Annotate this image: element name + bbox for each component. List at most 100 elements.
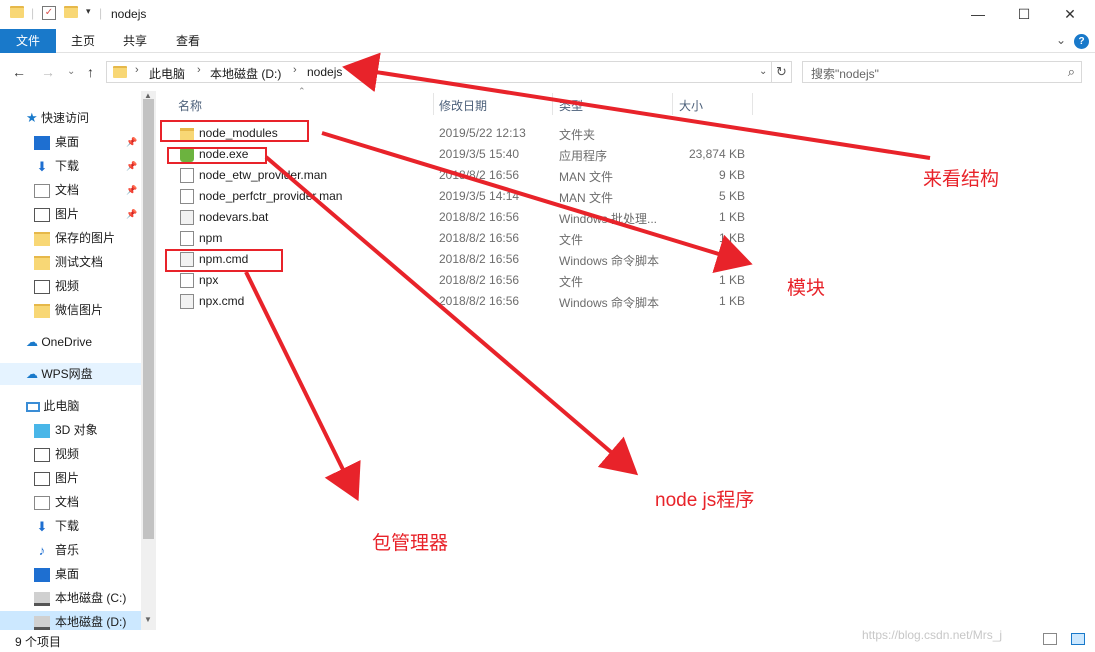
breadcrumb-drive-d[interactable]: 本地磁盘 (D:) — [210, 65, 281, 82]
column-type[interactable]: 类型 — [559, 97, 583, 114]
file-row[interactable]: node_etw_provider.man 2018/8/2 16:56 MAN 文… — [160, 165, 760, 186]
file-date: 2019/3/5 15:40 — [439, 147, 520, 161]
tab-home[interactable]: 主页 — [60, 29, 106, 53]
search-input[interactable]: 搜索"nodejs" ⌕ — [802, 61, 1082, 83]
help-icon[interactable]: ? — [1074, 34, 1089, 49]
up-icon[interactable]: ↑ — [87, 64, 94, 80]
sidebar-item-label: 此电脑 — [43, 399, 80, 413]
chevron-right-icon[interactable]: › — [135, 64, 139, 76]
sidebar-onedrive[interactable]: ☁ OneDrive — [26, 331, 92, 353]
search-placeholder: 搜索"nodejs" — [811, 67, 879, 81]
tab-share[interactable]: 共享 — [112, 29, 158, 53]
breadcrumb-nodejs[interactable]: nodejs — [307, 65, 342, 79]
forward-icon[interactable]: → — [41, 64, 55, 80]
sidebar-item-label: 视频 — [55, 279, 80, 293]
sidebar-item[interactable]: 文档 📌 — [34, 179, 137, 201]
column-date[interactable]: 修改日期 — [439, 97, 487, 114]
address-dropdown-icon[interactable]: ⌄ — [759, 66, 767, 77]
sidebar-item[interactable]: 微信图片 — [34, 299, 103, 321]
file-date: 2018/8/2 16:56 — [439, 168, 520, 182]
scrollbar[interactable]: ▲ ▼ — [141, 91, 156, 630]
ribbon-expand-icon[interactable]: ⌄ — [1056, 33, 1066, 47]
file-name: node_etw_provider.man — [199, 168, 328, 182]
scroll-down-icon[interactable]: ▼ — [144, 615, 152, 624]
separator: | — [31, 6, 35, 20]
highlight-node-modules — [160, 120, 309, 142]
file-row[interactable]: npm 2018/8/2 16:56 文件 1 KB — [160, 228, 760, 249]
sort-ascending-icon: ⌃ — [298, 86, 306, 96]
sidebar-item[interactable]: 图片 — [34, 467, 79, 489]
sidebar-item[interactable]: ⬇ 下载 📌 — [34, 155, 138, 177]
tab-file[interactable]: 文件 — [0, 29, 56, 53]
separator: | — [99, 6, 103, 20]
navigation-pane: ★ 快速访问 桌面 📌 ⬇ 下载 📌 文档 📌 图片 📌 保存的图片 测试文档 视频 微信图片 ☁ On… — [0, 91, 156, 630]
scrollbar-thumb[interactable] — [143, 99, 154, 539]
sidebar-item[interactable]: 桌面 — [34, 563, 79, 585]
sidebar-item-label: 桌面 — [55, 135, 80, 149]
window-title: nodejs — [111, 7, 147, 21]
column-divider[interactable] — [752, 93, 753, 115]
sidebar-item[interactable]: 本地磁盘 (C:) — [34, 587, 126, 609]
maximize-button[interactable]: ☐ — [1001, 0, 1047, 29]
title-bar: | ✓ ▾ | nodejs — ☐ ✕ — [0, 0, 1095, 29]
ribbon: 文件 主页 共享 查看 ⌄ ? — [0, 29, 1095, 53]
star-icon: ★ — [26, 110, 38, 125]
file-name: node_perfctr_provider.man — [199, 189, 343, 203]
details-view-icon[interactable] — [1043, 633, 1057, 645]
file-type: MAN 文件 — [559, 170, 614, 184]
sidebar-item[interactable]: 桌面 📌 — [34, 131, 137, 153]
script-icon — [180, 210, 194, 225]
address-bar[interactable]: › 此电脑 › 本地磁盘 (D:) › nodejs ⌄ — [106, 61, 772, 83]
column-size[interactable]: 大小 — [679, 97, 703, 114]
sidebar-item[interactable]: 测试文档 — [34, 251, 103, 273]
sidebar-quick-access[interactable]: ★ 快速访问 — [26, 107, 89, 129]
sidebar-item[interactable]: 文档 — [34, 491, 79, 513]
sidebar-item[interactable]: 视频 — [34, 275, 79, 297]
column-divider[interactable] — [672, 93, 673, 115]
file-type: 应用程序 — [559, 149, 608, 163]
new-folder-icon[interactable] — [64, 6, 78, 18]
sidebar-wps[interactable]: ☁ WPS网盘 — [0, 363, 141, 385]
file-row[interactable]: node_perfctr_provider.man 2019/3/5 14:14 M… — [160, 186, 760, 207]
sidebar-item[interactable]: 3D 对象 — [34, 419, 98, 441]
chevron-right-icon[interactable]: › — [197, 64, 201, 76]
file-row[interactable]: nodevars.bat 2018/8/2 16:56 Windows 批处理...… — [160, 207, 760, 228]
sidebar-item[interactable]: 本地磁盘 (D:) — [0, 611, 141, 630]
sidebar-item[interactable]: ⬇ 下载 — [34, 515, 79, 537]
file-name: npx — [199, 273, 219, 287]
back-icon[interactable]: ← — [12, 64, 26, 80]
column-divider[interactable] — [433, 93, 434, 115]
sidebar-item[interactable]: ♪ 音乐 — [34, 539, 79, 561]
file-size: 1 KB — [718, 252, 745, 266]
sidebar-item-label: 下载 — [55, 159, 80, 173]
chevron-right-icon[interactable]: › — [293, 64, 297, 76]
sidebar-item[interactable]: 视频 — [34, 443, 79, 465]
sidebar-item-label: 文档 — [55, 495, 80, 509]
file-icon — [180, 168, 194, 183]
tab-view[interactable]: 查看 — [165, 29, 211, 53]
close-button[interactable]: ✕ — [1047, 0, 1093, 29]
sidebar-item[interactable]: 保存的图片 — [34, 227, 115, 249]
search-icon[interactable]: ⌕ — [1068, 64, 1075, 80]
file-row[interactable]: npx 2018/8/2 16:56 文件 1 KB — [160, 270, 760, 291]
annotation-modules: 模块 — [787, 278, 826, 299]
sidebar-this-pc[interactable]: 此电脑 — [26, 395, 79, 417]
breadcrumb-this-pc[interactable]: 此电脑 — [149, 65, 185, 82]
file-row[interactable]: npx.cmd 2018/8/2 16:56 Windows 命令脚本 1 KB — [160, 291, 760, 312]
file-icon — [180, 189, 194, 204]
column-divider[interactable] — [552, 93, 553, 115]
file-date: 2018/8/2 16:56 — [439, 231, 520, 245]
file-size: 5 KB — [718, 189, 745, 203]
file-size: 23,874 KB — [688, 147, 745, 161]
file-name: nodevars.bat — [199, 210, 269, 224]
column-name[interactable]: 名称 — [178, 97, 202, 114]
refresh-icon[interactable]: ↻ — [772, 61, 792, 83]
properties-icon[interactable]: ✓ — [42, 6, 56, 20]
quick-access-dropdown-icon[interactable]: ▾ — [86, 6, 91, 22]
sidebar-item[interactable]: 图片 📌 — [34, 203, 137, 225]
picture-icon — [34, 471, 50, 486]
large-icons-view-icon[interactable] — [1071, 633, 1085, 645]
file-type: 文件 — [559, 233, 584, 247]
recent-dropdown-icon[interactable]: ⌄ — [67, 66, 75, 77]
minimize-button[interactable]: — — [955, 0, 1001, 29]
